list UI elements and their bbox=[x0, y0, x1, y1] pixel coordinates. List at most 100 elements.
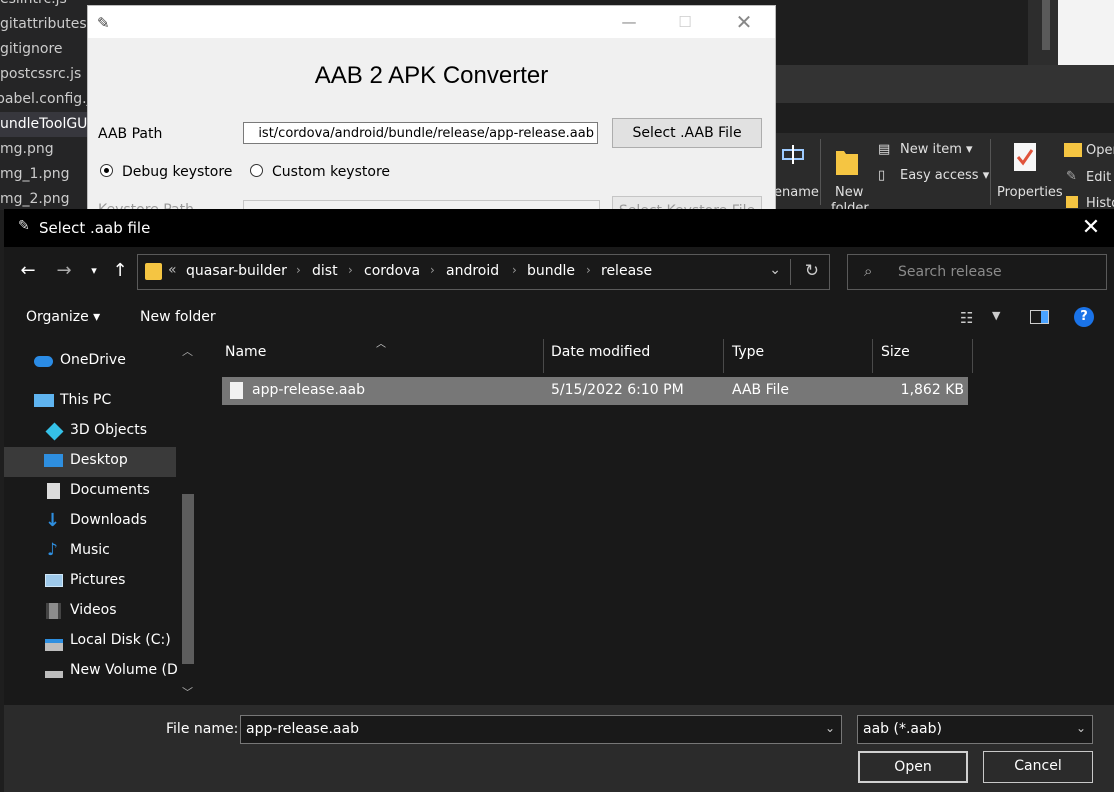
editor-file-item[interactable]: mg.png bbox=[0, 137, 54, 162]
maximize-button[interactable]: ☐ bbox=[662, 6, 708, 38]
column-divider[interactable] bbox=[872, 339, 873, 373]
nav-item-music[interactable]: ♪ Music bbox=[4, 537, 176, 567]
nav-item-onedrive[interactable]: OneDrive bbox=[4, 347, 176, 377]
organize-button[interactable]: Organize ▾ bbox=[26, 309, 100, 325]
close-icon[interactable]: ✕ bbox=[1076, 213, 1106, 243]
file-name-label: File name: bbox=[166, 721, 239, 737]
dialog-footer: File name: app-release.aab ⌄ aab (*.aab)… bbox=[4, 705, 1114, 792]
recent-locations-chevron-icon[interactable]: ▾ bbox=[82, 259, 106, 283]
file-type-select[interactable]: aab (*.aab) ⌄ bbox=[857, 715, 1093, 744]
scrollbar-thumb[interactable] bbox=[182, 494, 194, 664]
easy-access-label[interactable]: Easy access ▾ bbox=[900, 168, 989, 183]
chevron-right-icon[interactable]: › bbox=[512, 263, 517, 277]
breadcrumb-item[interactable]: dist bbox=[312, 263, 338, 279]
open-label[interactable]: Open bbox=[1086, 143, 1114, 158]
new-folder-button[interactable]: New folder bbox=[140, 309, 216, 325]
nav-item-this-pc[interactable]: This PC bbox=[4, 387, 176, 417]
refresh-icon[interactable]: ↻ bbox=[805, 261, 819, 281]
rename-icon bbox=[780, 141, 806, 167]
breadcrumb-item[interactable]: cordova bbox=[364, 263, 420, 279]
chevron-right-icon[interactable]: › bbox=[430, 263, 435, 277]
properties-label[interactable]: Properties bbox=[997, 185, 1063, 200]
computer-icon bbox=[34, 394, 54, 407]
custom-keystore-label: Custom keystore bbox=[272, 164, 391, 180]
music-icon: ♪ bbox=[47, 540, 58, 560]
breadcrumb-item[interactable]: bundle bbox=[527, 263, 575, 279]
drive-icon bbox=[45, 671, 63, 678]
minimize-button[interactable]: — bbox=[606, 6, 652, 38]
nav-item-label: Local Disk (C:) bbox=[70, 632, 171, 648]
navigation-scrollbar[interactable]: ︿ ﹀ bbox=[179, 339, 197, 705]
nav-item-new-volume[interactable]: New Volume (D:) bbox=[4, 657, 188, 687]
nav-item-3d-objects[interactable]: 3D Objects bbox=[4, 417, 176, 447]
column-header-size[interactable]: Size bbox=[881, 344, 910, 360]
breadcrumb-item[interactable]: release bbox=[601, 263, 652, 279]
easy-access-icon: ▯ bbox=[878, 168, 886, 183]
editor-scrollbar[interactable] bbox=[1042, 0, 1050, 50]
rename-label[interactable]: ename bbox=[774, 185, 819, 200]
address-bar[interactable]: « quasar-builder › dist › cordova › andr… bbox=[137, 254, 830, 290]
file-row[interactable]: app-release.aab 5/15/2022 6:10 PM AAB Fi… bbox=[222, 377, 968, 405]
file-type-value: aab (*.aab) bbox=[863, 721, 942, 737]
nav-item-pictures[interactable]: Pictures bbox=[4, 567, 176, 597]
editor-file-item[interactable]: eslintrc.js bbox=[0, 0, 67, 12]
editor-file-item[interactable]: mg_1.png bbox=[0, 162, 70, 187]
breadcrumb-overflow[interactable]: « bbox=[168, 262, 177, 278]
file-size: 1,862 KB bbox=[900, 382, 964, 398]
column-divider[interactable] bbox=[543, 339, 544, 373]
preview-pane-icon[interactable] bbox=[1030, 310, 1049, 324]
editor-file-item-selected[interactable]: undleToolGU bbox=[0, 112, 90, 137]
edit-label[interactable]: Edit bbox=[1086, 170, 1111, 185]
editor-file-item[interactable]: gitattributes bbox=[0, 12, 87, 37]
debug-keystore-radio[interactable]: Debug keystore bbox=[100, 164, 232, 180]
view-options-icon[interactable]: ☷ bbox=[960, 309, 973, 327]
column-divider[interactable] bbox=[972, 339, 973, 373]
file-list: ︿ Name Date modified Type Size app-relea… bbox=[204, 339, 1114, 705]
aab-path-input[interactable]: ist/cordova/android/bundle/release/app-r… bbox=[243, 122, 598, 144]
column-header-type[interactable]: Type bbox=[732, 344, 764, 360]
address-dropdown-icon[interactable]: ⌄ bbox=[769, 262, 781, 278]
breadcrumb-item[interactable]: android bbox=[446, 263, 499, 279]
file-icon bbox=[230, 382, 243, 399]
chevron-down-icon[interactable]: ⌄ bbox=[1076, 721, 1086, 735]
chevron-down-icon[interactable]: ▼ bbox=[992, 309, 1000, 322]
column-header-name[interactable]: Name bbox=[225, 344, 266, 360]
nav-item-desktop[interactable]: Desktop bbox=[4, 447, 176, 477]
cancel-button[interactable]: Cancel bbox=[983, 751, 1093, 783]
chevron-down-icon[interactable]: ﹀ bbox=[182, 684, 193, 700]
column-header-date[interactable]: Date modified bbox=[551, 344, 650, 360]
chevron-up-icon[interactable]: ︿ bbox=[182, 343, 193, 359]
editor-file-item[interactable]: gitignore bbox=[0, 37, 63, 62]
editor-file-item[interactable]: babel.config.js bbox=[0, 87, 90, 112]
chevron-right-icon[interactable]: › bbox=[348, 263, 353, 277]
breadcrumb-item[interactable]: quasar-builder bbox=[186, 263, 287, 279]
select-aab-button[interactable]: Select .AAB File bbox=[612, 118, 762, 148]
file-name-input[interactable]: app-release.aab ⌄ bbox=[240, 715, 842, 744]
file-name: app-release.aab bbox=[252, 382, 365, 398]
nav-item-label: 3D Objects bbox=[70, 422, 148, 438]
search-input[interactable]: ⌕ Search release bbox=[847, 254, 1107, 290]
back-arrow-icon[interactable]: ← bbox=[16, 259, 40, 283]
editor-file-item[interactable]: postcssrc.js bbox=[0, 62, 81, 87]
forward-arrow-icon[interactable]: → bbox=[52, 259, 76, 283]
open-button[interactable]: Open bbox=[858, 751, 968, 783]
chevron-right-icon[interactable]: › bbox=[586, 263, 591, 277]
editor-file-item[interactable]: mg_2.png bbox=[0, 187, 70, 210]
nav-item-local-disk[interactable]: Local Disk (C:) bbox=[4, 627, 176, 657]
help-icon[interactable]: ? bbox=[1074, 307, 1094, 327]
debug-keystore-label: Debug keystore bbox=[122, 164, 233, 180]
nav-item-downloads[interactable]: ↓ Downloads bbox=[4, 507, 176, 537]
converter-titlebar[interactable]: ✎ — ☐ ✕ bbox=[88, 6, 775, 38]
nav-item-documents[interactable]: Documents bbox=[4, 477, 176, 507]
dialog-titlebar[interactable]: ✎ Select .aab file ✕ bbox=[4, 209, 1114, 247]
custom-keystore-radio[interactable]: Custom keystore bbox=[250, 164, 390, 180]
chevron-right-icon[interactable]: › bbox=[296, 263, 301, 277]
new-folder-label[interactable]: New bbox=[835, 185, 863, 200]
column-divider[interactable] bbox=[723, 339, 724, 373]
chevron-down-icon[interactable]: ⌄ bbox=[825, 721, 835, 735]
up-arrow-icon[interactable]: ↑ bbox=[108, 259, 132, 283]
document-icon bbox=[47, 483, 60, 499]
nav-item-videos[interactable]: Videos bbox=[4, 597, 176, 627]
close-button[interactable]: ✕ bbox=[721, 6, 767, 38]
new-item-label[interactable]: New item ▾ bbox=[900, 142, 973, 157]
